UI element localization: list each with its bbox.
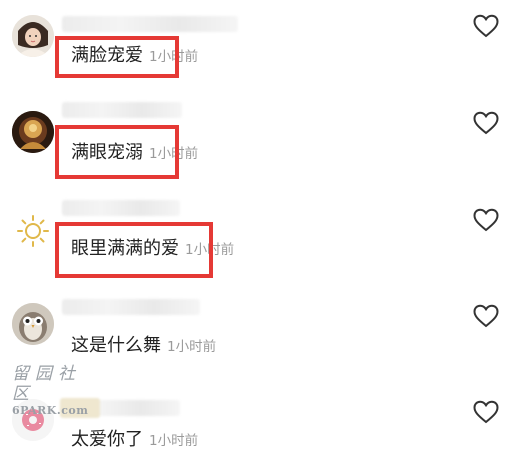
sun-avatar-icon [17, 215, 49, 247]
like-heart-icon[interactable] [473, 304, 499, 328]
user-avatar-icon [12, 111, 54, 153]
username-blurred [62, 102, 182, 118]
username-blurred [62, 200, 180, 216]
like-heart-icon[interactable] [473, 208, 499, 232]
avatar[interactable] [12, 303, 54, 345]
user-avatar-icon [12, 15, 54, 57]
owl-avatar-icon [12, 303, 54, 345]
watermark-en: 6PARK.com [12, 404, 89, 417]
comment-text: 太爱你了 [71, 429, 143, 450]
comment-time: 1小时前 [167, 339, 217, 355]
comment-text-row: 满眼宠溺 1小时前 [71, 141, 198, 166]
avatar[interactable] [12, 15, 54, 57]
comment-time: 1小时前 [149, 49, 199, 65]
avatar[interactable] [12, 111, 54, 153]
comment-text: 这是什么舞 [71, 335, 161, 356]
comment-text-row: 这是什么舞 1小时前 [71, 334, 216, 359]
comment-time: 1小时前 [149, 433, 199, 449]
comment-text-row: 眼里满满的爱 1小时前 [71, 237, 234, 262]
comment-text-row: 太爱你了 1小时前 [71, 428, 198, 453]
comment-text: 眼里满满的爱 [71, 238, 179, 259]
username-blurred [62, 16, 238, 32]
comment-item: 眼里满满的爱 1小时前 [0, 190, 512, 287]
comment-item: 满眼宠溺 1小时前 [0, 95, 512, 190]
watermark-cn: 留园社区 [12, 364, 81, 404]
username-blurred [62, 299, 200, 315]
comment-time: 1小时前 [149, 146, 199, 162]
comment-item: 满脸宠爱 1小时前 [0, 0, 512, 95]
like-heart-icon[interactable] [473, 14, 499, 38]
like-heart-icon[interactable] [473, 111, 499, 135]
comment-text-row: 满脸宠爱 1小时前 [71, 44, 198, 69]
like-heart-icon[interactable] [473, 400, 499, 424]
watermark: 留园社区 6PARK.com [12, 364, 102, 417]
comment-text: 满脸宠爱 [71, 45, 143, 66]
comment-time: 1小时前 [185, 242, 235, 258]
comment-text: 满眼宠溺 [71, 142, 143, 163]
avatar[interactable] [12, 210, 54, 252]
